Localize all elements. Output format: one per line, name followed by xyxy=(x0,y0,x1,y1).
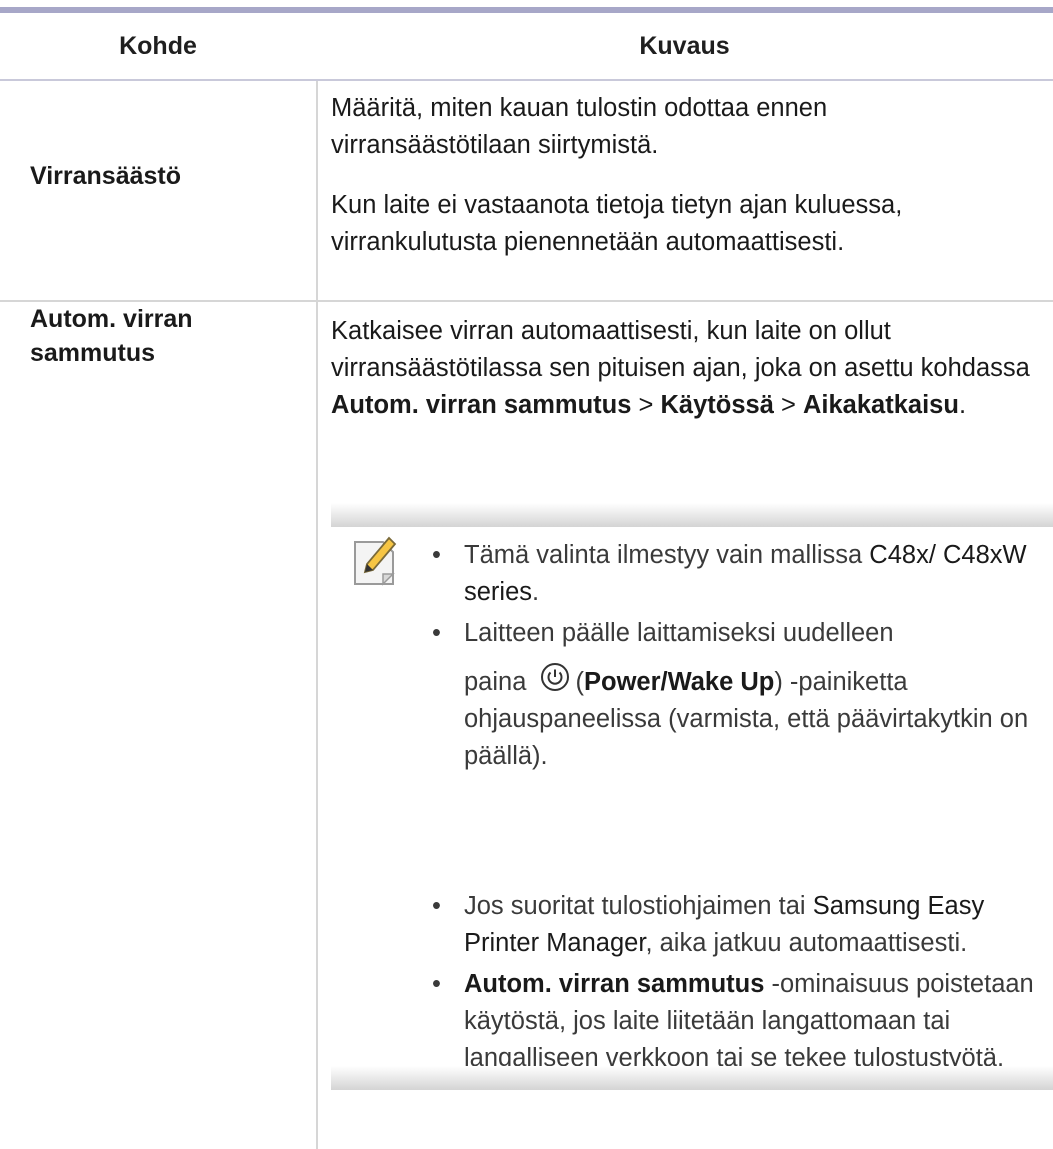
row2-description: Katkaisee virran automaattisesti, kun la… xyxy=(331,313,1031,424)
b2-bold: Power/Wake Up xyxy=(584,668,775,696)
row2-desc-bold-1: Autom. virran sammutus xyxy=(331,391,632,419)
row2-label-line2: sammutus xyxy=(30,339,156,367)
row-label-virransaasto: Virransäästö xyxy=(30,162,182,190)
table-header: Kohde Kuvaus xyxy=(0,13,1053,81)
note-pencil-icon xyxy=(354,536,397,586)
note-bullet-1: Tämä valinta ilmestyy vain mallissa C48x… xyxy=(432,537,1044,611)
header-kuvaus: Kuvaus xyxy=(639,31,730,60)
row-label-autom-virran-sammutus: Autom. virran sammutus xyxy=(30,302,193,370)
column-divider xyxy=(316,81,318,1149)
b2-open: ( xyxy=(575,668,585,696)
b1-end: . xyxy=(532,578,540,606)
note-bullet-2: Laitteen päälle laittamiseksi uudelleen … xyxy=(432,615,1044,775)
note-bullet-3: Jos suoritat tulostiohjaimen tai Samsung… xyxy=(432,888,1044,962)
header-kohde: Kohde xyxy=(119,31,197,60)
row1-paragraph-1: Määritä, miten kauan tulostin odottaa en… xyxy=(331,94,828,159)
row1-paragraph-2: Kun laite ei vastaanota tietoja tietyn a… xyxy=(331,191,903,256)
b1-text: Tämä valinta ilmestyy vain mallissa xyxy=(464,541,863,569)
note-bullet-4: Autom. virran sammutus -ominaisuus poist… xyxy=(432,966,1044,1077)
b4-bold: Autom. virran sammutus xyxy=(464,970,765,998)
power-icon xyxy=(540,663,569,691)
b2-line1: Laitteen päälle laittamiseksi uudelleen xyxy=(464,619,894,647)
row2-label-line1: Autom. virran xyxy=(30,305,193,333)
note-bottom-band xyxy=(331,1066,1053,1090)
b2-paina: paina xyxy=(464,668,527,696)
row2-desc-sep-2: > xyxy=(781,391,796,419)
row2-desc-bold-3: Aikakatkaisu xyxy=(803,391,959,419)
row2-desc-bold-2: Käytössä xyxy=(660,391,774,419)
row2-desc-sep-1: > xyxy=(638,391,654,419)
b3-text: Jos suoritat tulostiohjaimen tai xyxy=(464,892,806,920)
note-top-band xyxy=(331,503,1053,527)
row2-desc-start: Katkaisee virran automaattisesti, kun la… xyxy=(331,317,1030,382)
b3-rest: , aika jatkuu automaattisesti. xyxy=(645,929,968,957)
row2-desc-end: . xyxy=(958,391,967,419)
